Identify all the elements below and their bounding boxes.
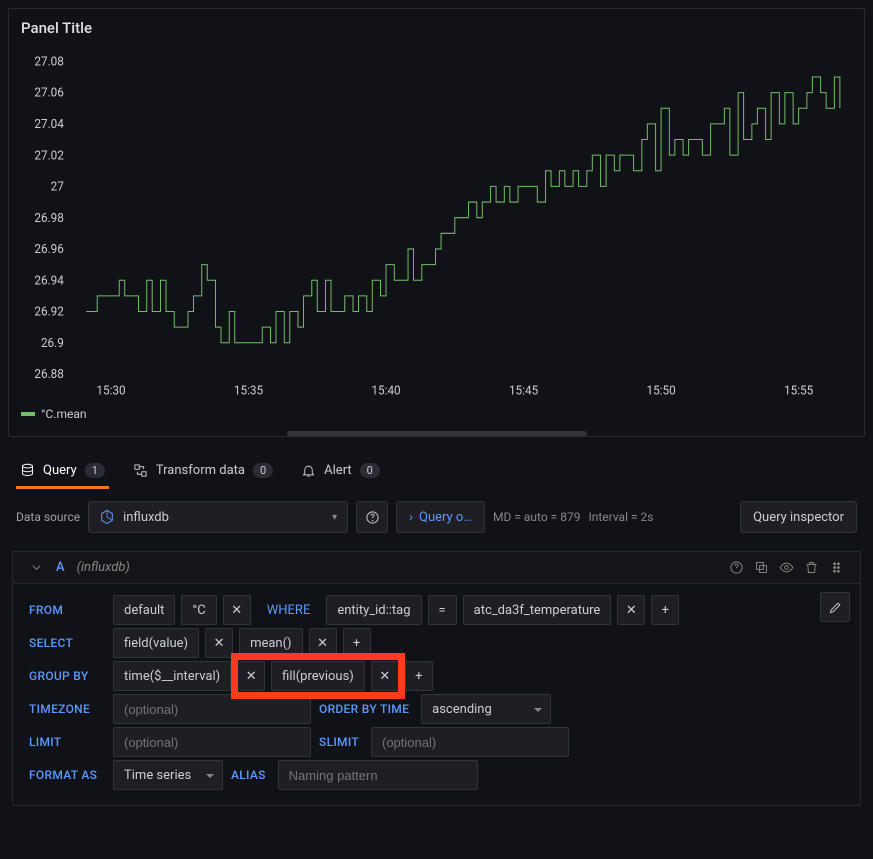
query-builder: FROM default °C ✕ WHERE entity_id::tag =… bbox=[12, 584, 861, 806]
svg-text:27.06: 27.06 bbox=[34, 85, 64, 99]
from-retention-policy[interactable]: default bbox=[113, 595, 175, 625]
groupby-fill[interactable]: fill(previous) bbox=[271, 661, 365, 691]
transform-icon bbox=[133, 463, 148, 478]
timezone-input[interactable] bbox=[113, 694, 311, 724]
query-datasource-hint: (influxdb) bbox=[77, 560, 130, 575]
alias-input[interactable] bbox=[278, 760, 478, 790]
svg-text:15:55: 15:55 bbox=[784, 383, 813, 397]
tab-transform-label: Transform data bbox=[156, 463, 245, 478]
slimit-keyword: SLIMIT bbox=[317, 728, 365, 756]
from-measurement[interactable]: °C bbox=[181, 595, 216, 625]
format-select[interactable]: Time series bbox=[113, 760, 223, 790]
select-keyword: SELECT bbox=[23, 629, 107, 657]
groupby-fill-remove-button[interactable]: ✕ bbox=[371, 661, 399, 691]
svg-text:26.88: 26.88 bbox=[34, 367, 64, 381]
where-keyword: WHERE bbox=[257, 595, 321, 625]
svg-text:27.08: 27.08 bbox=[34, 54, 64, 68]
from-remove-button[interactable]: ✕ bbox=[223, 595, 251, 625]
svg-text:26.9: 26.9 bbox=[41, 336, 64, 350]
svg-text:26.98: 26.98 bbox=[34, 211, 64, 225]
datasource-label: Data source bbox=[16, 510, 80, 524]
influxdb-icon bbox=[99, 509, 115, 525]
pencil-icon bbox=[828, 600, 843, 615]
drag-handle-icon[interactable] bbox=[829, 560, 844, 575]
svg-text:15:40: 15:40 bbox=[371, 383, 400, 397]
select-field-remove-button[interactable]: ✕ bbox=[205, 628, 233, 658]
svg-text:15:30: 15:30 bbox=[96, 383, 125, 397]
tab-query-label: Query bbox=[43, 463, 77, 478]
md-info: MD = auto = 879 bbox=[493, 510, 580, 524]
toggle-text-mode-button[interactable] bbox=[820, 592, 850, 622]
copy-icon[interactable] bbox=[754, 560, 769, 575]
select-add-button[interactable]: + bbox=[343, 628, 371, 658]
svg-text:15:35: 15:35 bbox=[234, 383, 263, 397]
datasource-select[interactable]: influxdb ▾ bbox=[88, 501, 348, 533]
groupby-keyword: GROUP BY bbox=[23, 662, 107, 690]
chart-legend: °C.mean bbox=[9, 407, 864, 427]
panel-title: Panel Title bbox=[9, 9, 864, 47]
where-remove-button[interactable]: ✕ bbox=[617, 595, 645, 625]
select-agg-remove-button[interactable]: ✕ bbox=[309, 628, 337, 658]
tab-query[interactable]: Query 1 bbox=[16, 455, 109, 489]
panel: Panel Title 26.88 26.9 26.92 26.94 26.96 26.9… bbox=[8, 8, 865, 437]
svg-text:26.94: 26.94 bbox=[34, 273, 64, 287]
query-toolbar: Data source influxdb ▾ › Query o… MD = a… bbox=[0, 489, 873, 545]
query-options-button[interactable]: › Query o… bbox=[396, 501, 485, 533]
tab-transform[interactable]: Transform data 0 bbox=[129, 455, 277, 489]
editor-tabs: Query 1 Transform data 0 Alert 0 bbox=[0, 455, 873, 489]
chart-scrollbar[interactable] bbox=[287, 431, 587, 436]
legend-label: °C.mean bbox=[41, 407, 87, 421]
select-field[interactable]: field(value) bbox=[113, 628, 199, 658]
query-inspector-label: Query inspector bbox=[753, 510, 844, 525]
orderby-select[interactable]: ascending bbox=[421, 694, 551, 724]
interval-info: Interval = 2s bbox=[588, 510, 653, 524]
where-operator[interactable]: = bbox=[428, 595, 457, 625]
svg-text:26.96: 26.96 bbox=[34, 242, 64, 256]
orderby-keyword: ORDER BY TIME bbox=[317, 695, 415, 723]
groupby-time[interactable]: time($__interval) bbox=[113, 661, 231, 691]
svg-text:15:45: 15:45 bbox=[509, 383, 538, 397]
slimit-input[interactable] bbox=[371, 727, 569, 757]
question-icon bbox=[365, 510, 380, 525]
query-options-label: Query o… bbox=[419, 510, 472, 525]
where-add-button[interactable]: + bbox=[651, 595, 679, 625]
legend-color-swatch bbox=[21, 412, 35, 416]
format-keyword: FORMAT AS bbox=[23, 761, 107, 789]
limit-keyword: LIMIT bbox=[23, 728, 107, 756]
svg-text:27: 27 bbox=[51, 179, 64, 193]
tab-alert[interactable]: Alert 0 bbox=[297, 455, 384, 489]
query-row-actions bbox=[729, 560, 844, 575]
trash-icon[interactable] bbox=[804, 560, 819, 575]
bell-icon bbox=[301, 463, 316, 478]
chevron-right-icon: › bbox=[409, 510, 413, 525]
database-icon bbox=[20, 463, 35, 478]
svg-text:15:50: 15:50 bbox=[646, 383, 675, 397]
chart-area[interactable]: 26.88 26.9 26.92 26.94 26.96 26.98 27 27.02 27.0… bbox=[9, 47, 864, 407]
svg-text:27.02: 27.02 bbox=[34, 148, 64, 162]
select-aggregation[interactable]: mean() bbox=[239, 628, 303, 658]
query-ref-id: A bbox=[56, 560, 65, 575]
query-inspector-button[interactable]: Query inspector bbox=[740, 501, 857, 533]
alias-keyword: ALIAS bbox=[229, 761, 272, 789]
tab-query-count: 1 bbox=[85, 463, 105, 478]
datasource-help-button[interactable] bbox=[356, 501, 388, 533]
eye-icon[interactable] bbox=[779, 560, 794, 575]
help-icon[interactable] bbox=[729, 560, 744, 575]
tab-alert-label: Alert bbox=[324, 463, 352, 478]
where-tag-value[interactable]: atc_da3f_temperature bbox=[463, 595, 612, 625]
svg-text:26.92: 26.92 bbox=[34, 304, 64, 318]
where-tag-key[interactable]: entity_id::tag bbox=[326, 595, 421, 625]
svg-text:27.04: 27.04 bbox=[34, 117, 64, 131]
datasource-name: influxdb bbox=[123, 510, 169, 525]
groupby-time-remove-button[interactable]: ✕ bbox=[237, 661, 265, 691]
tab-transform-count: 0 bbox=[253, 463, 273, 478]
query-row-header[interactable]: A (influxdb) bbox=[12, 551, 861, 584]
groupby-add-button[interactable]: + bbox=[405, 661, 433, 691]
chevron-down-icon: ▾ bbox=[332, 512, 337, 523]
chevron-down-icon[interactable] bbox=[29, 560, 44, 575]
limit-input[interactable] bbox=[113, 727, 311, 757]
tab-alert-count: 0 bbox=[360, 463, 380, 478]
timezone-keyword: TIMEZONE bbox=[23, 695, 107, 723]
from-keyword: FROM bbox=[23, 596, 107, 624]
